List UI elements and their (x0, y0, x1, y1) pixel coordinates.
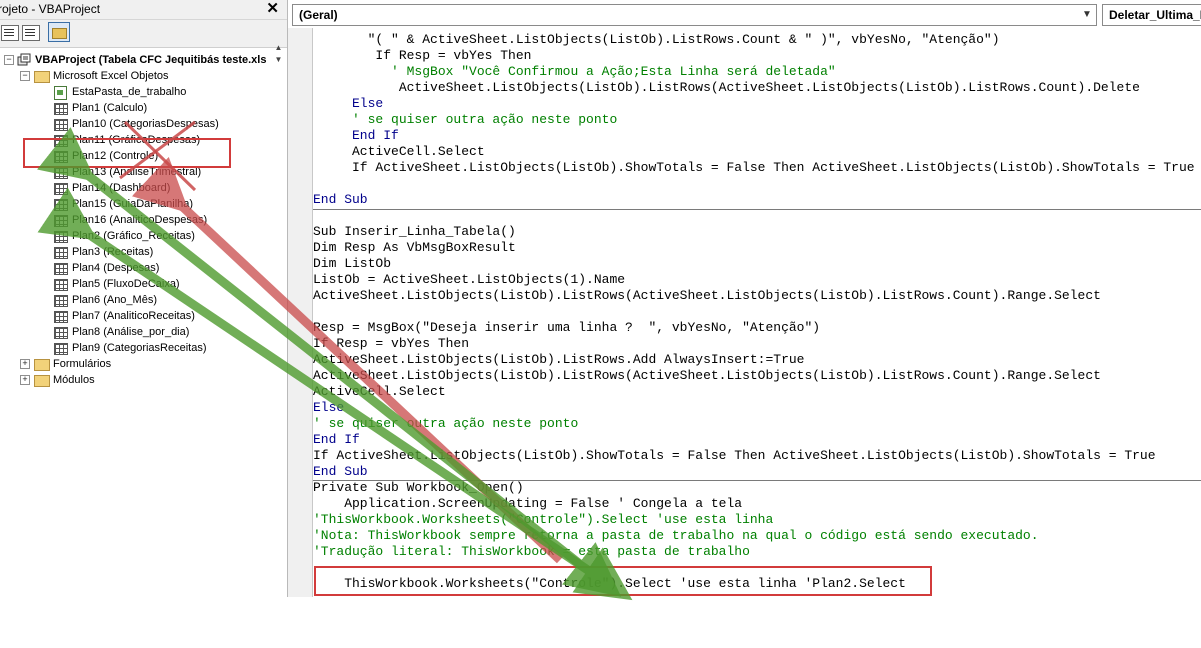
annotation-arrows (37, 120, 633, 601)
green-arrow (37, 127, 622, 597)
cross-mark-line (123, 120, 197, 192)
green-arrow (37, 187, 633, 601)
cross-mark-line (119, 120, 196, 180)
